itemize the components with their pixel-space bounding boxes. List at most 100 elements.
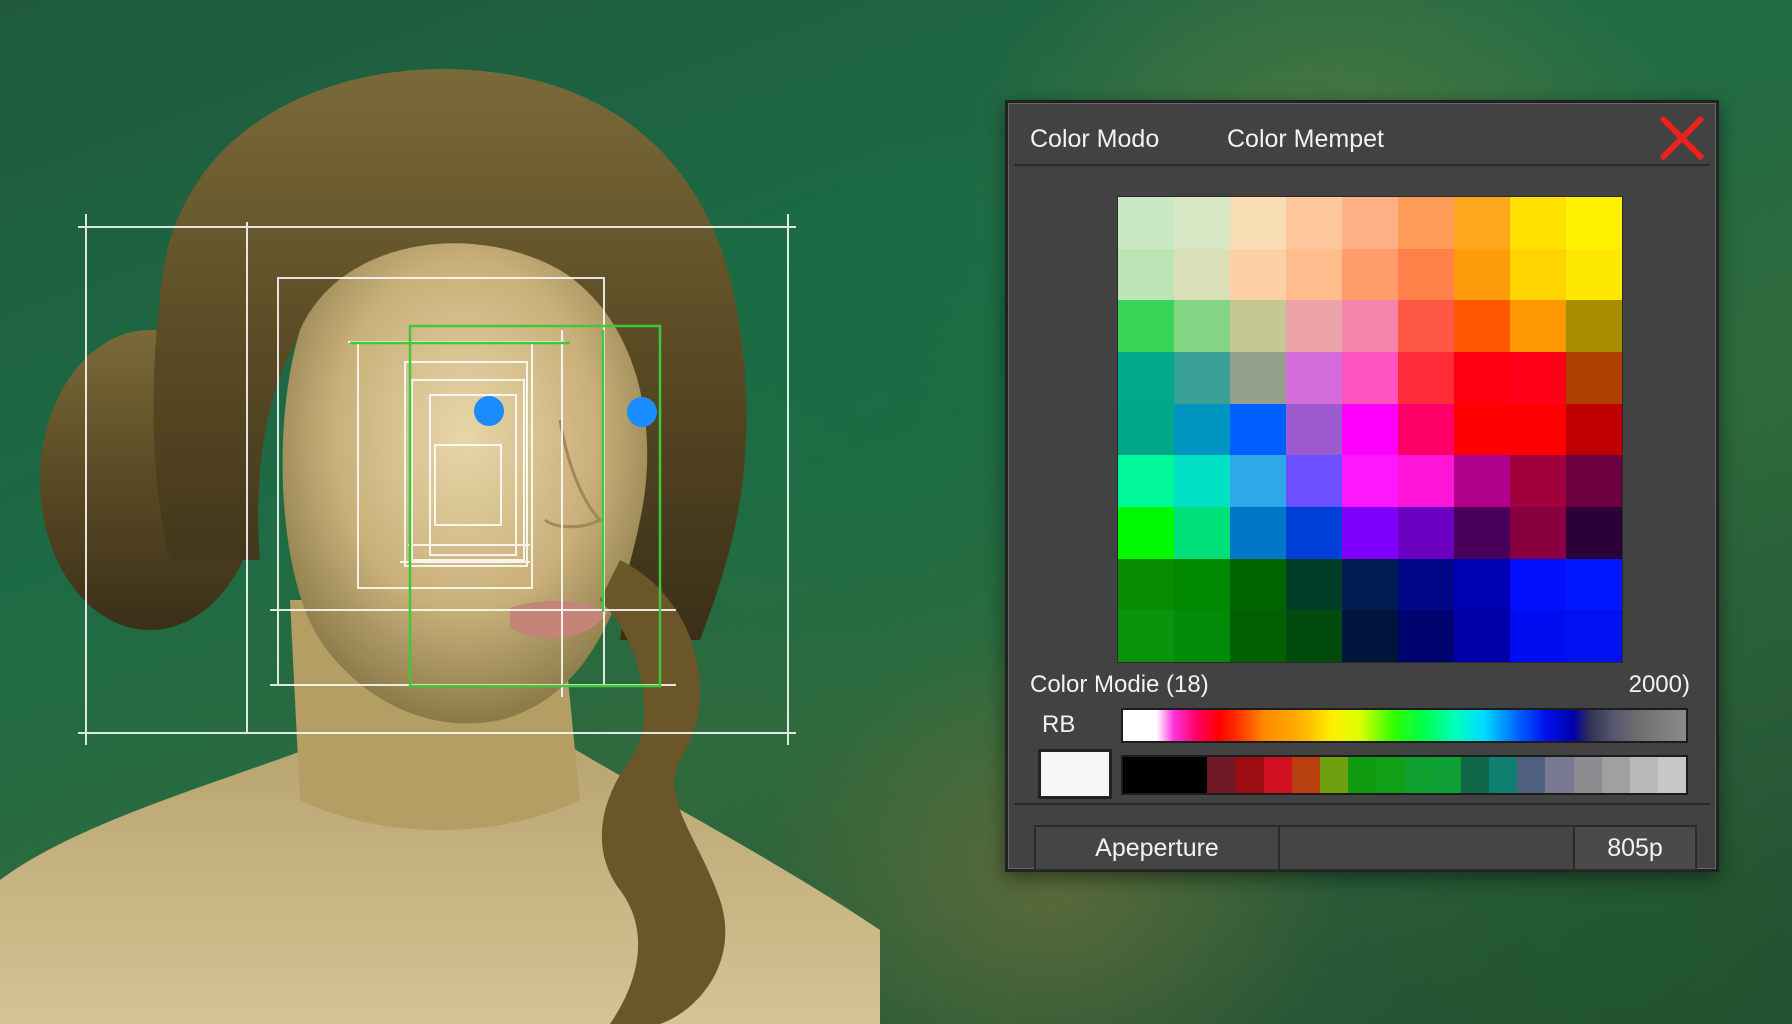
palette-swatch[interactable] bbox=[1398, 352, 1454, 404]
tab-color-mempet[interactable]: Color Mempet bbox=[1227, 125, 1384, 154]
palette-swatch[interactable] bbox=[1454, 197, 1510, 249]
hue-spectrum-slider[interactable] bbox=[1121, 708, 1688, 743]
palette-swatch[interactable] bbox=[1230, 558, 1286, 611]
palette-swatch[interactable] bbox=[1286, 558, 1342, 611]
palette-swatch[interactable] bbox=[1286, 507, 1342, 559]
palette-swatch[interactable] bbox=[1286, 300, 1342, 352]
palette-swatch[interactable] bbox=[1342, 455, 1398, 507]
strip-swatch[interactable] bbox=[1460, 757, 1490, 793]
palette-swatch[interactable] bbox=[1342, 197, 1398, 249]
palette-swatch[interactable] bbox=[1566, 455, 1622, 507]
palette-swatch[interactable] bbox=[1342, 403, 1398, 456]
palette-swatch[interactable] bbox=[1342, 507, 1398, 559]
palette-swatch[interactable] bbox=[1510, 558, 1566, 611]
palette-swatch[interactable] bbox=[1118, 300, 1174, 352]
palette-swatch[interactable] bbox=[1566, 352, 1622, 404]
palette-swatch[interactable] bbox=[1566, 300, 1622, 352]
strip-swatch[interactable] bbox=[1629, 757, 1658, 793]
palette-swatch[interactable] bbox=[1510, 455, 1566, 507]
strip-swatch[interactable] bbox=[1601, 757, 1630, 793]
palette-swatch[interactable] bbox=[1118, 352, 1174, 404]
strip-swatch[interactable] bbox=[1291, 757, 1321, 793]
strip-swatch[interactable] bbox=[1489, 757, 1518, 793]
palette-swatch[interactable] bbox=[1566, 558, 1622, 611]
palette-swatch[interactable] bbox=[1510, 352, 1566, 404]
palette-swatch[interactable] bbox=[1286, 610, 1342, 662]
palette-swatch[interactable] bbox=[1398, 248, 1454, 301]
palette-swatch[interactable] bbox=[1566, 403, 1622, 456]
palette-swatch[interactable] bbox=[1566, 507, 1622, 559]
palette-swatch[interactable] bbox=[1118, 403, 1174, 456]
strip-swatch[interactable] bbox=[1573, 757, 1602, 793]
palette-swatch[interactable] bbox=[1454, 403, 1510, 456]
palette-swatch[interactable] bbox=[1174, 558, 1230, 611]
palette-swatch[interactable] bbox=[1398, 197, 1454, 249]
palette-swatch[interactable] bbox=[1286, 403, 1342, 456]
palette-swatch[interactable] bbox=[1118, 455, 1174, 507]
palette-swatch[interactable] bbox=[1398, 403, 1454, 456]
palette-swatch[interactable] bbox=[1342, 558, 1398, 611]
palette-swatch[interactable] bbox=[1454, 352, 1510, 404]
strip-swatch[interactable] bbox=[1348, 757, 1377, 793]
palette-swatch[interactable] bbox=[1454, 507, 1510, 559]
palette-swatch[interactable] bbox=[1230, 352, 1286, 404]
palette-swatch[interactable] bbox=[1566, 610, 1622, 662]
strip-swatch[interactable] bbox=[1376, 757, 1405, 793]
strip-swatch[interactable] bbox=[1123, 757, 1152, 793]
palette-swatch[interactable] bbox=[1286, 455, 1342, 507]
tab-color-modo[interactable]: Color Modo bbox=[1030, 125, 1159, 154]
palette-swatch[interactable] bbox=[1118, 558, 1174, 611]
palette-swatch[interactable] bbox=[1398, 558, 1454, 611]
palette-swatch[interactable] bbox=[1342, 300, 1398, 352]
strip-swatch[interactable] bbox=[1657, 757, 1687, 793]
aperture-value-input[interactable]: 805p bbox=[1573, 827, 1695, 869]
palette-swatch[interactable] bbox=[1510, 300, 1566, 352]
palette-swatch[interactable] bbox=[1286, 248, 1342, 301]
palette-swatch[interactable] bbox=[1342, 352, 1398, 404]
palette-swatch[interactable] bbox=[1510, 248, 1566, 301]
palette-swatch[interactable] bbox=[1398, 610, 1454, 662]
palette-swatch[interactable] bbox=[1174, 455, 1230, 507]
palette-swatch[interactable] bbox=[1454, 248, 1510, 301]
palette-swatch[interactable] bbox=[1510, 403, 1566, 456]
strip-swatch[interactable] bbox=[1235, 757, 1264, 793]
palette-swatch[interactable] bbox=[1118, 610, 1174, 662]
palette-swatch[interactable] bbox=[1174, 610, 1230, 662]
strip-swatch[interactable] bbox=[1207, 757, 1236, 793]
palette-swatch[interactable] bbox=[1566, 248, 1622, 301]
strip-swatch[interactable] bbox=[1545, 757, 1574, 793]
palette-swatch[interactable] bbox=[1230, 507, 1286, 559]
palette-swatch[interactable] bbox=[1398, 300, 1454, 352]
palette-swatch[interactable] bbox=[1566, 197, 1622, 249]
palette-swatch[interactable] bbox=[1510, 197, 1566, 249]
palette-swatch[interactable] bbox=[1398, 455, 1454, 507]
palette-swatch[interactable] bbox=[1454, 300, 1510, 352]
strip-swatch[interactable] bbox=[1263, 757, 1292, 793]
palette-swatch[interactable] bbox=[1118, 248, 1174, 301]
palette-swatch[interactable] bbox=[1118, 507, 1174, 559]
strip-swatch[interactable] bbox=[1517, 757, 1546, 793]
palette-swatch[interactable] bbox=[1510, 610, 1566, 662]
palette-swatch[interactable] bbox=[1230, 197, 1286, 249]
strip-swatch[interactable] bbox=[1432, 757, 1461, 793]
palette-swatch[interactable] bbox=[1342, 248, 1398, 301]
palette-swatch[interactable] bbox=[1230, 455, 1286, 507]
strip-swatch[interactable] bbox=[1179, 757, 1208, 793]
palette-swatch[interactable] bbox=[1230, 403, 1286, 456]
palette-swatch[interactable] bbox=[1174, 300, 1230, 352]
palette-swatch[interactable] bbox=[1286, 197, 1342, 249]
palette-swatch[interactable] bbox=[1286, 352, 1342, 404]
palette-swatch[interactable] bbox=[1118, 197, 1174, 249]
color-palette-grid[interactable] bbox=[1117, 196, 1623, 663]
palette-swatch[interactable] bbox=[1454, 455, 1510, 507]
color-strip[interactable] bbox=[1121, 755, 1688, 795]
palette-swatch[interactable] bbox=[1454, 558, 1510, 611]
palette-swatch[interactable] bbox=[1398, 507, 1454, 559]
close-icon[interactable] bbox=[1658, 115, 1704, 161]
palette-swatch[interactable] bbox=[1342, 610, 1398, 662]
palette-swatch[interactable] bbox=[1174, 352, 1230, 404]
palette-swatch[interactable] bbox=[1454, 610, 1510, 662]
palette-swatch[interactable] bbox=[1174, 248, 1230, 301]
strip-swatch[interactable] bbox=[1404, 757, 1433, 793]
strip-swatch[interactable] bbox=[1320, 757, 1349, 793]
